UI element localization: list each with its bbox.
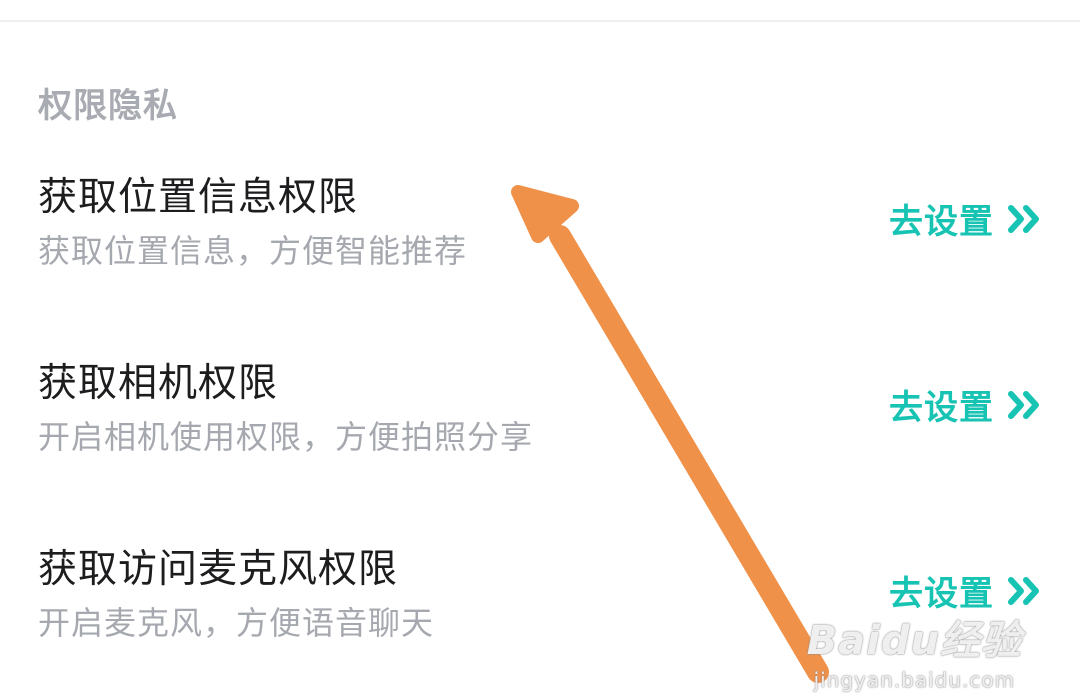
baidu-watermark: Baidu经验 jingyan.baidu.com: [807, 608, 1022, 692]
double-chevron-right-icon: [1008, 204, 1042, 234]
permission-title: 获取访问麦克风权限: [38, 547, 399, 592]
section-title: 权限隐私: [38, 86, 178, 126]
permission-title: 获取相机权限: [38, 361, 279, 406]
go-settings-button-location[interactable]: 去设置: [889, 194, 1042, 243]
permissions-page: 权限隐私 获取位置信息权限 获取位置信息，方便智能推荐 去设置 获取相机权限 开…: [0, 0, 1080, 698]
permission-subtitle: 获取位置信息，方便智能推荐: [38, 232, 468, 270]
top-divider: [0, 20, 1080, 22]
go-settings-label: 去设置: [889, 202, 994, 242]
watermark-url: jingyan.baidu.com: [813, 668, 1016, 692]
permission-row-camera[interactable]: 获取相机权限 开启相机使用权限，方便拍照分享 去设置: [0, 352, 1080, 502]
permission-subtitle: 开启麦克风，方便语音聊天: [38, 604, 435, 642]
permission-row-location[interactable]: 获取位置信息权限 获取位置信息，方便智能推荐 去设置: [0, 166, 1080, 316]
permission-subtitle: 开启相机使用权限，方便拍照分享: [38, 418, 534, 456]
watermark-logo: Baidu经验: [806, 618, 1022, 664]
go-settings-label: 去设置: [889, 388, 994, 428]
go-settings-button-camera[interactable]: 去设置: [889, 380, 1042, 429]
permission-title: 获取位置信息权限: [38, 175, 359, 220]
double-chevron-right-icon: [1008, 576, 1042, 606]
double-chevron-right-icon: [1008, 390, 1042, 420]
